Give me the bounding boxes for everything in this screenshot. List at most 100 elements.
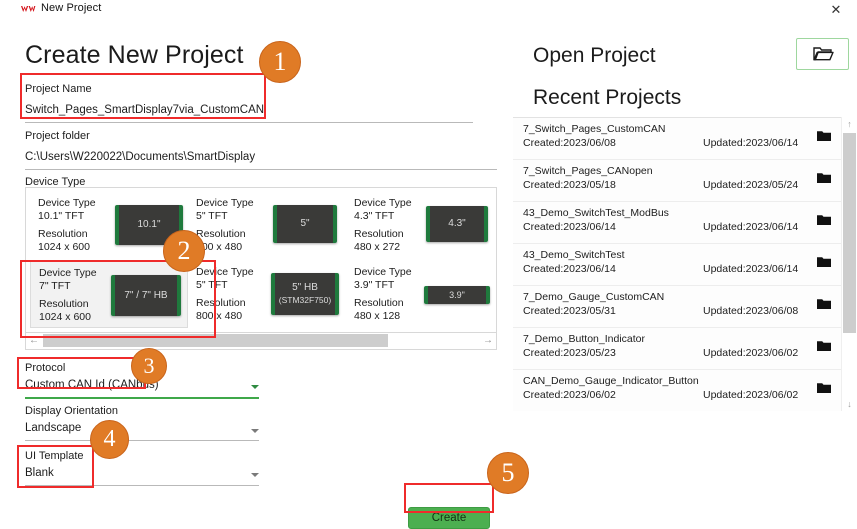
device-resolution-caption: Resolution — [354, 297, 404, 309]
vscroll-thumb[interactable] — [843, 133, 856, 333]
device-card-4-3-tft[interactable]: Device Type 4.3" TFT Resolution 480 x 27… — [346, 192, 496, 257]
device-resolution-value: 800 x 480 — [196, 310, 243, 322]
step-badge-5: 5 — [487, 452, 529, 494]
list-item[interactable]: 7_Demo_Gauge_CustomCAN Created:2023/05/3… — [513, 286, 841, 328]
project-name: 7_Switch_Pages_CANopen — [523, 165, 653, 177]
chevron-down-icon[interactable] — [251, 429, 259, 433]
list-item[interactable]: CAN_Demo_Gauge_Indicator_Button Created:… — [513, 370, 841, 411]
device-type-value: 3.9" TFT — [354, 279, 395, 291]
list-item[interactable]: 7_Switch_Pages_CANopen Created:2023/05/1… — [513, 160, 841, 202]
list-item[interactable]: 43_Demo_SwitchTest Created:2023/06/14 Up… — [513, 244, 841, 286]
hscroll-thumb[interactable] — [43, 334, 388, 347]
project-name-label: Project Name — [25, 83, 92, 95]
project-created: Created:2023/05/31 — [523, 305, 616, 317]
ui-template-select-value[interactable]: Blank — [25, 467, 54, 479]
ui-template-label: UI Template — [25, 450, 84, 462]
device-type-caption: Device Type — [354, 197, 412, 209]
device-type-value: 7" TFT — [39, 280, 71, 292]
recent-projects-heading: Recent Projects — [533, 86, 682, 109]
device-resolution-value: 1024 x 600 — [39, 311, 91, 323]
device-resolution-value: 480 x 128 — [354, 310, 401, 322]
create-button[interactable]: Create — [408, 507, 490, 529]
project-created: Created:2023/05/23 — [523, 347, 616, 359]
folder-open-icon — [812, 47, 834, 61]
device-type-gallery[interactable]: Device Type 10.1" TFT Resolution 1024 x … — [25, 187, 497, 333]
create-new-project-panel: Create New Project Project Name Switch_P… — [0, 21, 505, 529]
folder-icon[interactable] — [817, 340, 831, 351]
device-thumbnail-label: 7" / 7" HB — [124, 289, 168, 301]
device-resolution-caption: Resolution — [38, 228, 88, 240]
folder-icon[interactable] — [817, 256, 831, 267]
device-type-value: 5" TFT — [196, 210, 228, 222]
project-name: 7_Switch_Pages_CustomCAN — [523, 123, 666, 135]
device-card-5-tft[interactable]: Device Type 5" TFT Resolution 800 x 480 … — [188, 192, 346, 257]
project-created: Created:2023/06/08 — [523, 137, 616, 149]
device-resolution-caption: Resolution — [39, 298, 89, 310]
project-folder-input[interactable]: C:\Users\W220022\Documents\SmartDisplay — [25, 151, 255, 163]
project-updated: Updated:2023/06/14 — [703, 263, 799, 275]
arrow-down-icon[interactable]: ↓ — [842, 397, 857, 411]
open-project-heading: Open Project — [533, 44, 656, 67]
folder-icon[interactable] — [817, 172, 831, 183]
close-button[interactable]: ✕ — [823, 1, 849, 19]
device-type-value: 4.3" TFT — [354, 210, 395, 222]
folder-icon[interactable] — [817, 130, 831, 141]
chevron-down-icon[interactable] — [251, 385, 259, 389]
list-item[interactable]: 7_Switch_Pages_CustomCAN Created:2023/06… — [513, 118, 841, 160]
device-type-value: 5" TFT — [196, 279, 228, 291]
device-thumbnail-5: 5" — [273, 205, 337, 243]
project-updated: Updated:2023/05/24 — [703, 179, 799, 191]
project-created: Created:2023/06/02 — [523, 389, 616, 401]
window-title: New Project — [41, 2, 102, 14]
step-badge-2: 2 — [163, 230, 205, 272]
device-resolution-value: 480 x 272 — [354, 241, 401, 253]
ui-template-underline — [25, 485, 259, 486]
device-type-caption: Device Type — [38, 197, 96, 209]
device-thumbnail-5-hb: 5" HB (STM32F750) — [271, 273, 339, 315]
device-thumbnail-label: 3.9" — [449, 290, 465, 300]
list-item[interactable]: 7_Demo_Button_Indicator Created:2023/05/… — [513, 328, 841, 370]
device-card-5-tft-hb[interactable]: Device Type 5" TFT Resolution 800 x 480 … — [188, 260, 346, 328]
device-thumbnail-3-9: 3.9" — [424, 286, 490, 304]
device-type-caption: Device Type — [196, 266, 254, 278]
project-updated: Updated:2023/06/14 — [703, 137, 799, 149]
step-badge-1: 1 — [259, 41, 301, 83]
arrow-right-icon[interactable]: → — [480, 333, 496, 348]
page-title: Create New Project — [25, 41, 244, 69]
project-name: 43_Demo_SwitchTest — [523, 249, 625, 261]
device-thumbnail-label: 5" HB — [292, 282, 318, 293]
recent-projects-list[interactable]: 7_Switch_Pages_CustomCAN Created:2023/06… — [513, 117, 841, 411]
display-orientation-label: Display Orientation — [25, 405, 118, 417]
device-card-7-tft[interactable]: Device Type 7" TFT Resolution 1024 x 600… — [30, 260, 188, 328]
chevron-down-icon[interactable] — [251, 473, 259, 477]
project-created: Created:2023/05/18 — [523, 179, 616, 191]
device-resolution-caption: Resolution — [196, 228, 246, 240]
protocol-label: Protocol — [25, 362, 66, 374]
device-card-3-9-tft[interactable]: Device Type 3.9" TFT Resolution 480 x 12… — [346, 260, 496, 328]
device-resolution-caption: Resolution — [196, 297, 246, 309]
project-name: CAN_Demo_Gauge_Indicator_Button — [523, 375, 699, 387]
list-item[interactable]: 43_Demo_SwitchTest_ModBus Created:2023/0… — [513, 202, 841, 244]
device-type-caption: Device Type — [354, 266, 412, 278]
display-orientation-select-value[interactable]: Landscape — [25, 422, 81, 434]
device-resolution-value: 1024 x 600 — [38, 241, 90, 253]
device-type-caption: Device Type — [196, 197, 254, 209]
device-resolution-caption: Resolution — [354, 228, 404, 240]
recent-projects-scrollbar[interactable]: ↑ ↓ — [841, 117, 857, 411]
device-thumbnail-label: 4.3" — [448, 218, 466, 229]
step-badge-4: 4 — [90, 420, 129, 459]
display-orientation-underline — [25, 440, 259, 441]
project-name: 7_Demo_Gauge_CustomCAN — [523, 291, 665, 303]
device-thumbnail-7: 7" / 7" HB — [111, 275, 181, 316]
folder-icon[interactable] — [817, 214, 831, 225]
device-gallery-hscrollbar[interactable]: ← → — [25, 333, 497, 350]
folder-icon[interactable] — [817, 298, 831, 309]
arrow-left-icon[interactable]: ← — [26, 333, 42, 348]
folder-icon[interactable] — [817, 382, 831, 393]
device-thumbnail-label: 5" — [300, 218, 310, 229]
project-name: 43_Demo_SwitchTest_ModBus — [523, 207, 669, 219]
project-name-input[interactable]: Switch_Pages_SmartDisplay7via_CustomCAN — [25, 104, 264, 116]
open-project-button[interactable] — [796, 38, 849, 70]
device-type-caption: Device Type — [39, 267, 97, 279]
arrow-up-icon[interactable]: ↑ — [842, 117, 857, 131]
